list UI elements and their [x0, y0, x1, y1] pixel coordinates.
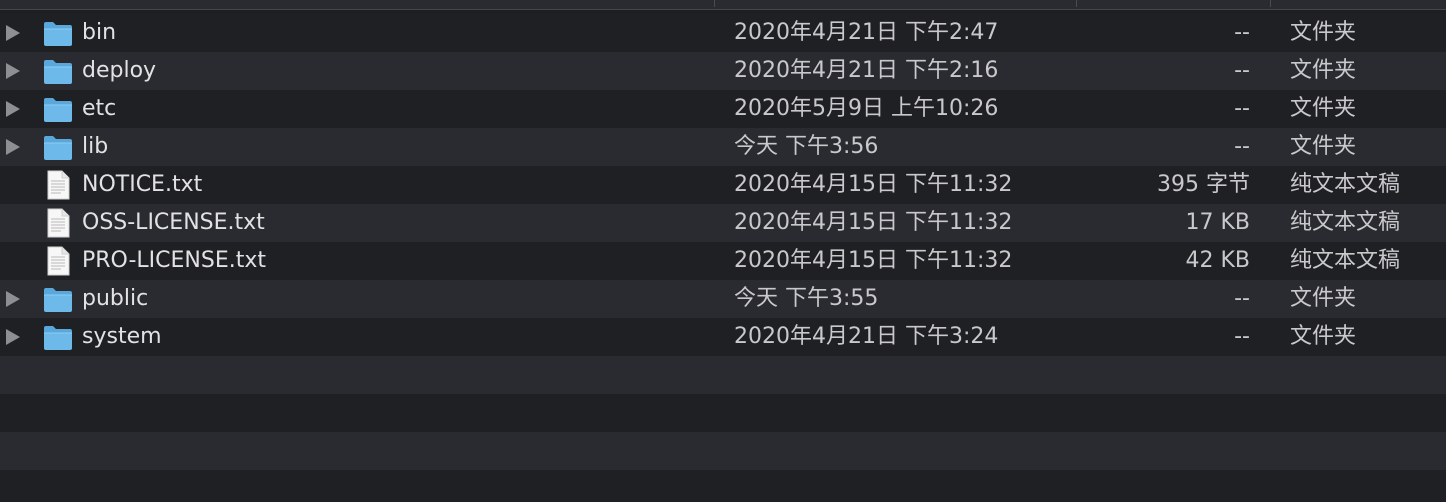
file-kind: 文件夹 [1290, 20, 1357, 45]
disclosure-triangle-icon[interactable] [6, 101, 20, 117]
folder-icon [42, 56, 74, 86]
file-row-lib[interactable]: lib 今天 下午3:56 -- 文件夹 [0, 128, 1446, 166]
file-name: bin [82, 20, 117, 45]
file-size: -- [1234, 20, 1250, 45]
file-name: lib [82, 134, 109, 159]
date-modified: 2020年5月9日 上午10:26 [734, 96, 999, 121]
date-modified: 2020年4月21日 下午3:24 [734, 324, 999, 349]
column-divider[interactable] [1076, 0, 1077, 7]
folder-icon [42, 284, 74, 314]
date-modified: 2020年4月15日 下午11:32 [734, 172, 1013, 197]
file-kind: 纯文本文稿 [1290, 210, 1401, 235]
file-kind: 文件夹 [1290, 134, 1357, 159]
disclosure-triangle-icon[interactable] [6, 291, 20, 307]
file-name: PRO-LICENSE.txt [82, 248, 267, 273]
file-name: NOTICE.txt [82, 172, 203, 197]
file-size: -- [1234, 134, 1250, 159]
folder-icon [42, 322, 74, 352]
disclosure-triangle-icon[interactable] [6, 139, 20, 155]
file-row-etc[interactable]: etc 2020年5月9日 上午10:26 -- 文件夹 [0, 90, 1446, 128]
file-size: -- [1234, 58, 1250, 83]
file-name: etc [82, 96, 117, 121]
file-size: 42 KB [1185, 248, 1250, 273]
file-kind: 纯文本文稿 [1290, 172, 1401, 197]
disclosure-triangle-icon[interactable] [6, 329, 20, 345]
file-size: 395 字节 [1157, 172, 1250, 197]
column-divider[interactable] [714, 0, 715, 7]
file-row-system[interactable]: system 2020年4月21日 下午3:24 -- 文件夹 [0, 318, 1446, 356]
empty-row [0, 470, 1446, 502]
file-size: -- [1234, 324, 1250, 349]
date-modified: 2020年4月21日 下午2:16 [734, 58, 999, 83]
date-modified: 今天 下午3:55 [734, 286, 879, 311]
empty-row [0, 432, 1446, 470]
file-row-pro-license-txt[interactable]: PRO-LICENSE.txt 2020年4月15日 下午11:32 42 KB 纯文… [0, 242, 1446, 280]
file-name: system [82, 324, 162, 349]
text-file-icon [42, 208, 74, 238]
file-kind: 文件夹 [1290, 286, 1357, 311]
folder-icon [42, 132, 74, 162]
folder-icon [42, 18, 74, 48]
file-kind: 文件夹 [1290, 324, 1357, 349]
file-kind: 纯文本文稿 [1290, 248, 1401, 273]
file-name: deploy [82, 58, 157, 83]
date-modified: 2020年4月15日 下午11:32 [734, 248, 1013, 273]
text-file-icon [42, 170, 74, 200]
disclosure-triangle-icon[interactable] [6, 25, 20, 41]
date-modified: 今天 下午3:56 [734, 134, 879, 159]
file-size: 17 KB [1185, 210, 1250, 235]
empty-row [0, 394, 1446, 432]
text-file-icon [42, 246, 74, 276]
column-divider[interactable] [1270, 0, 1271, 7]
file-row-notice-txt[interactable]: NOTICE.txt 2020年4月15日 下午11:32 395 字节 纯文本文稿 [0, 166, 1446, 204]
date-modified: 2020年4月15日 下午11:32 [734, 210, 1013, 235]
file-kind: 文件夹 [1290, 96, 1357, 121]
finder-list-view: bin 2020年4月21日 下午2:47 -- 文件夹 deploy 2020年4月2… [0, 0, 1446, 502]
file-list: bin 2020年4月21日 下午2:47 -- 文件夹 deploy 2020年4月2… [0, 14, 1446, 502]
file-row-public[interactable]: public 今天 下午3:55 -- 文件夹 [0, 280, 1446, 318]
date-modified: 2020年4月21日 下午2:47 [734, 20, 999, 45]
file-kind: 文件夹 [1290, 58, 1357, 83]
file-size: -- [1234, 96, 1250, 121]
file-size: -- [1234, 286, 1250, 311]
empty-row [0, 356, 1446, 394]
file-row-deploy[interactable]: deploy 2020年4月21日 下午2:16 -- 文件夹 [0, 52, 1446, 90]
file-row-oss-license-txt[interactable]: OSS-LICENSE.txt 2020年4月15日 下午11:32 17 KB 纯文… [0, 204, 1446, 242]
file-name: public [82, 286, 149, 311]
file-name: OSS-LICENSE.txt [82, 210, 265, 235]
column-header-strip[interactable] [0, 0, 1446, 10]
file-row-bin[interactable]: bin 2020年4月21日 下午2:47 -- 文件夹 [0, 14, 1446, 52]
disclosure-triangle-icon[interactable] [6, 63, 20, 79]
folder-icon [42, 94, 74, 124]
